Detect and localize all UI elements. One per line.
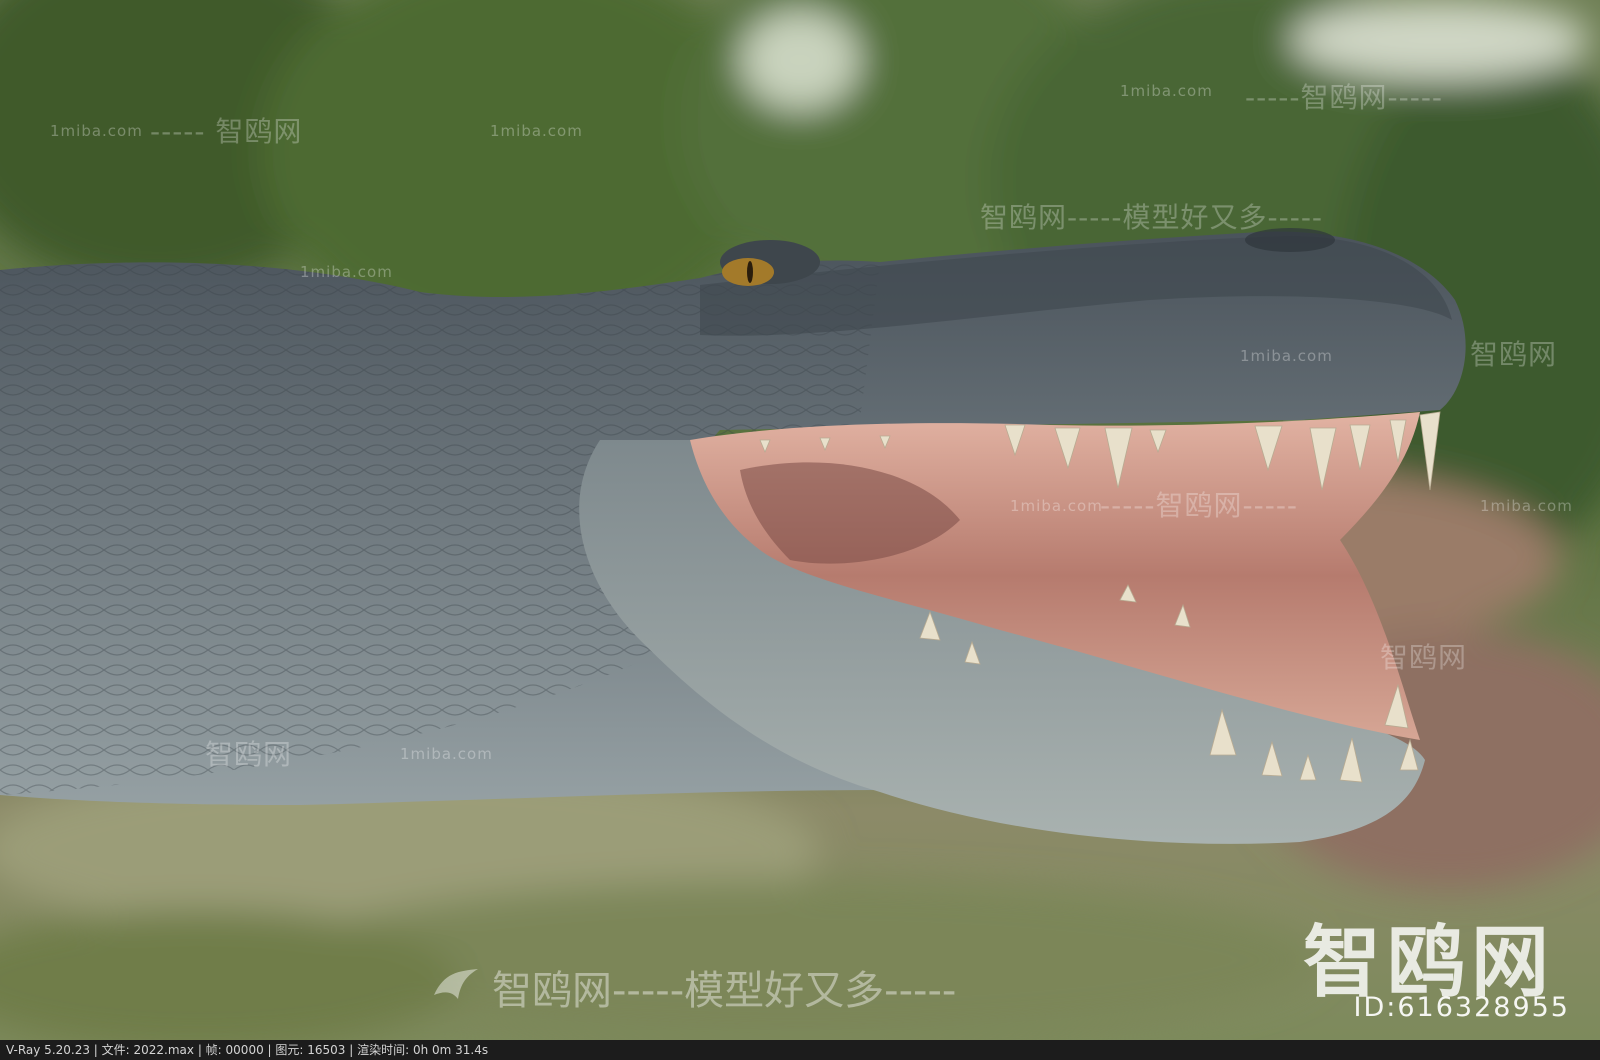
watermark-bottom: 智鸥网-----模型好又多----- bbox=[430, 958, 956, 1016]
alligator-render-scene bbox=[0, 0, 1600, 1040]
watermark-id: ID:616328955 bbox=[1353, 992, 1570, 1023]
vray-status-bar: V-Ray 5.20.23 | 文件: 2022.max | 帧: 00000 … bbox=[0, 1040, 1600, 1060]
alligator bbox=[0, 228, 1466, 844]
vray-status-text: V-Ray 5.20.23 | 文件: 2022.max | 帧: 00000 … bbox=[6, 1043, 489, 1057]
seagull-logo-icon bbox=[434, 969, 478, 999]
watermark-bottom-text: 智鸥网-----模型好又多----- bbox=[492, 968, 957, 1014]
